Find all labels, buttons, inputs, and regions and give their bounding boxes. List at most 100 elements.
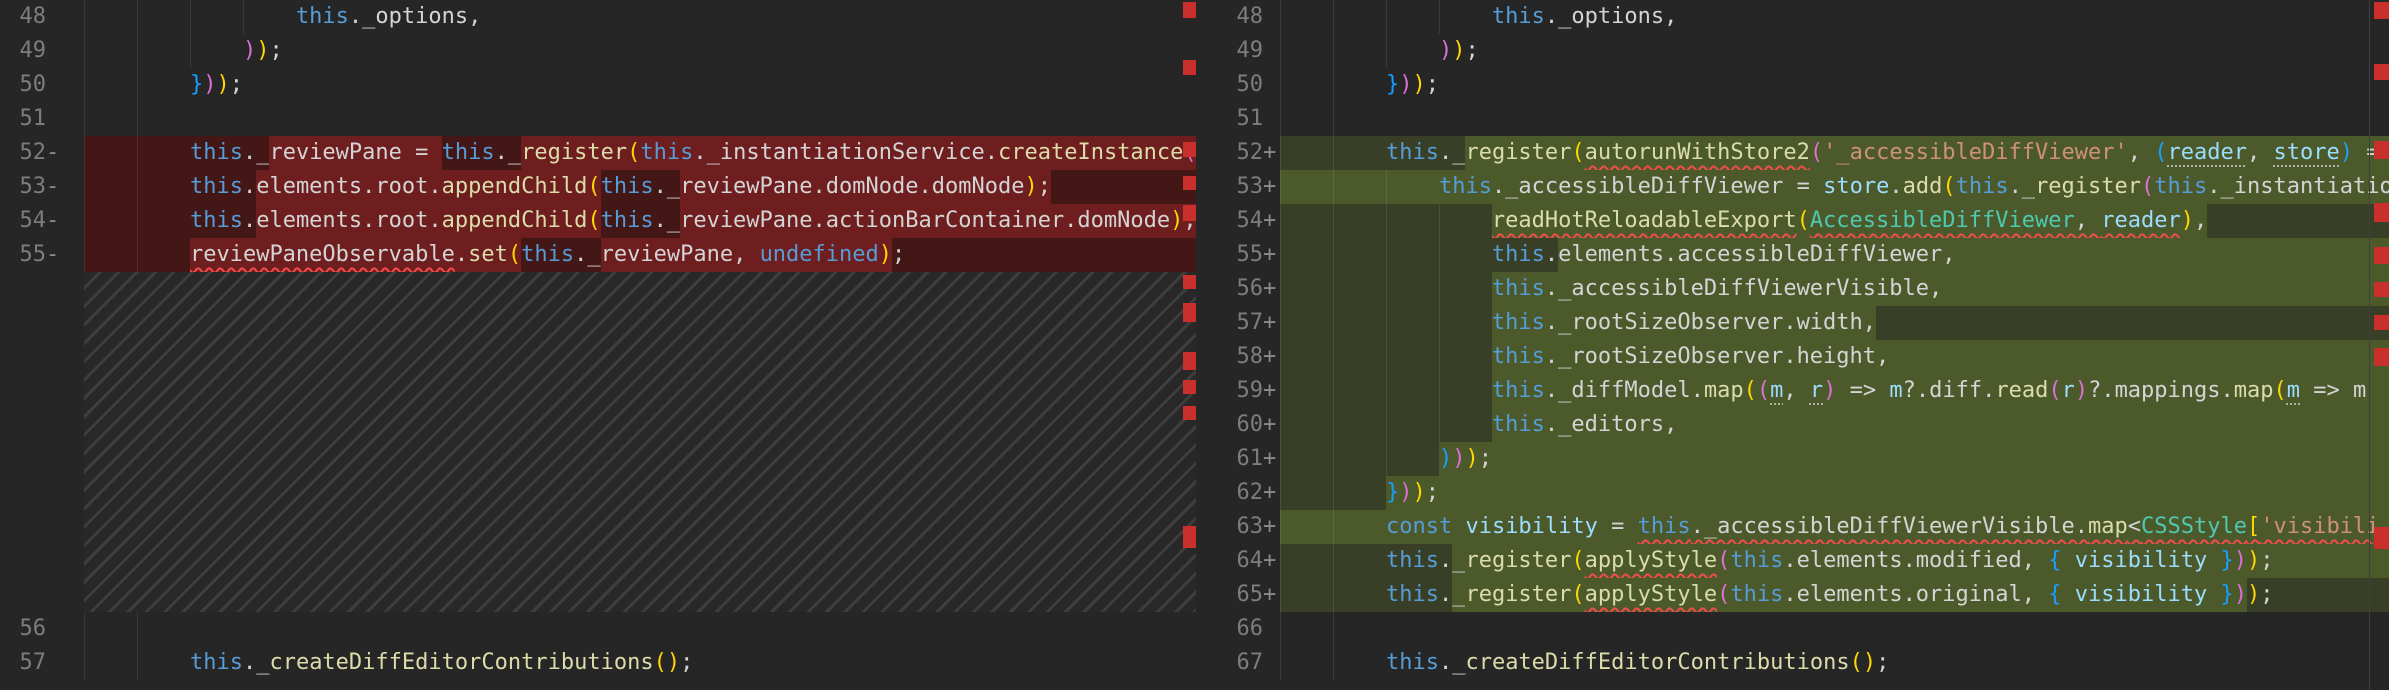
- token: [: [2246, 510, 2261, 544]
- code-line-modified-50[interactable]: 50 }));: [1197, 68, 2389, 102]
- token: m: [2286, 374, 2301, 408]
- diff-pane-original[interactable]: 48 this ._options, 49 )); 50 })); 51 52- this…: [0, 0, 1196, 690]
- token: ): [2233, 578, 2247, 612]
- code-line-modified-64[interactable]: 64 + this. _ register(applyStyle(this .eleme…: [1197, 544, 2389, 578]
- indent-guide: [137, 204, 138, 238]
- token: reader: [2167, 136, 2247, 170]
- token: (: [1756, 374, 1771, 408]
- code-line-modified-60[interactable]: 60 + this ._editors,: [1197, 408, 2389, 442]
- line-trailing-background: [2273, 578, 2389, 612]
- indent-guide: [84, 34, 85, 68]
- code-line-modified-52[interactable]: 52 + this ._ register(autorunWithStore2('_a…: [1197, 136, 2389, 170]
- indent-guide: [1280, 408, 1281, 442]
- code-line-modified-61[interactable]: 61 + )));: [1197, 442, 2389, 476]
- diff-pane-modified[interactable]: 48 this ._options, 49 )); 50 })); 51 52 + this…: [1197, 0, 2389, 690]
- token: }: [1385, 72, 1400, 97]
- token: this: [1491, 408, 1545, 442]
- indent-guide: [1333, 408, 1334, 442]
- code-line-modified-57[interactable]: 57 + this ._rootSizeObserver.width,: [1197, 306, 2389, 340]
- diff-sign-minus: -: [46, 242, 60, 267]
- code-line-original-54[interactable]: 54- this. elements.root. appendChild(this.…: [0, 204, 1196, 238]
- indent-guide: [1280, 578, 1281, 612]
- overview-ruler-original[interactable]: [1183, 0, 1196, 690]
- token: map: [2088, 510, 2128, 544]
- indent-guide: [1333, 476, 1334, 510]
- token: createDiffEditorContributions: [269, 650, 654, 675]
- token: ): [2246, 578, 2261, 612]
- line-number: 53: [1236, 174, 1264, 199]
- code-line-modified-54[interactable]: 54 + readHotReloadableExport(AccessibleDi…: [1197, 204, 2389, 238]
- token: store: [1823, 170, 1890, 204]
- code-line-modified-63[interactable]: 63 + const visibility = this ._accessibleD…: [1197, 510, 2389, 544]
- token: .: [1438, 578, 1453, 612]
- code-line-modified-59[interactable]: 59 + this ._diffModel. map((m, r) => m?. dif…: [1197, 374, 2389, 408]
- indent-guide: [1280, 510, 1281, 544]
- code-line-modified-56[interactable]: 56 + this ._accessibleDiffViewerVisible,: [1197, 272, 2389, 306]
- code-line-original-57[interactable]: 57 this ._ createDiffEditorContributions()…: [0, 646, 1196, 680]
- token: }: [2220, 544, 2234, 578]
- token: ;: [1876, 650, 1890, 675]
- code-line-modified-58[interactable]: 58 + this ._rootSizeObserver.height,: [1197, 340, 2389, 374]
- token: ): [1399, 72, 1413, 97]
- indent-guide: [1386, 170, 1387, 204]
- token: ): [1412, 72, 1426, 97]
- token: (: [627, 136, 641, 170]
- code-line-modified-66[interactable]: 66: [1197, 612, 2389, 646]
- token: (: [587, 204, 601, 238]
- code-line-original-48[interactable]: 48 this ._options,: [0, 0, 1196, 34]
- diff-editor: 48 this ._options, 49 )); 50 })); 51 52- this…: [0, 0, 2389, 690]
- token: r: [2061, 374, 2075, 408]
- code-line-modified-55[interactable]: 55 + this. elements.accessibleDiffViewer,: [1197, 238, 2389, 272]
- token: set: [468, 238, 508, 272]
- line-number: 65: [1236, 582, 1264, 607]
- token: ): [242, 38, 257, 63]
- token: ,: [2193, 204, 2208, 238]
- code-line-modified-48[interactable]: 48 this ._options,: [1197, 0, 2389, 34]
- code-line-modified-49[interactable]: 49 ));: [1197, 34, 2389, 68]
- token: visibility: [2061, 578, 2221, 612]
- token: ): [216, 72, 230, 97]
- token: reviewPaneObservable: [189, 238, 455, 272]
- token: ,: [2246, 136, 2274, 170]
- token: .: [242, 170, 257, 204]
- indent-guide: [1280, 170, 1281, 204]
- code-line-original-50[interactable]: 50 }));: [0, 68, 1196, 102]
- token: ._diffModel.: [1544, 374, 1704, 408]
- indent-guide: [1280, 374, 1281, 408]
- indent-guide: [243, 0, 244, 34]
- line-number: 55: [19, 242, 47, 267]
- token: =: [401, 136, 442, 170]
- indent-guide: [190, 0, 191, 34]
- token: AccessibleDiffViewer: [1809, 204, 2075, 238]
- code-line-modified-53[interactable]: 53 + this ._accessibleDiffViewer = store. a…: [1197, 170, 2389, 204]
- indent-guide: [1386, 204, 1387, 238]
- token: register: [1465, 544, 1572, 578]
- code-line-modified-62[interactable]: 62 + }));: [1197, 476, 2389, 510]
- token: applyStyle: [1584, 544, 1718, 578]
- code-line-modified-51[interactable]: 51: [1197, 102, 2389, 136]
- code-line-original-49[interactable]: 49 ));: [0, 34, 1196, 68]
- ruler-diff-mark: [2374, 247, 2389, 264]
- token: this: [1491, 340, 1545, 374]
- code-content: this ._ reviewPane = this ._ register(this ._…: [84, 136, 1196, 170]
- code-line-original-53[interactable]: 53- this. elements.root. appendChild(this.…: [0, 170, 1196, 204]
- line-trailing-background: [1438, 476, 2389, 510]
- token: _: [1452, 578, 1466, 612]
- ruler-diff-mark: [1183, 2, 1196, 18]
- code-line-original-56[interactable]: 56: [0, 612, 1196, 646]
- token: autorunWithStore2: [1584, 136, 1810, 170]
- diff-sign-plus: +: [1263, 344, 1277, 369]
- indent-guide: [1333, 544, 1334, 578]
- code-line-original-51[interactable]: 51: [0, 102, 1196, 136]
- code-line-modified-65[interactable]: 65 + this. _ register(applyStyle(this .eleme…: [1197, 578, 2389, 612]
- code-line-modified-67[interactable]: 67 this ._ createDiffEditorContributions()…: [1197, 646, 2389, 680]
- code-line-original-52[interactable]: 52- this ._ reviewPane = this ._ register(th…: [0, 136, 1196, 170]
- overview-ruler-modified[interactable]: [2374, 0, 2389, 690]
- indent-guide: [1333, 578, 1334, 612]
- ruler-diff-mark: [2374, 203, 2389, 222]
- code-line-original-55[interactable]: 55- reviewPaneObservable. set(this ._ revie…: [0, 238, 1196, 272]
- line-number: 63: [1236, 514, 1264, 539]
- token: m: [1770, 374, 1784, 408]
- line-number: 48: [19, 4, 47, 29]
- token: ._options,: [348, 4, 482, 29]
